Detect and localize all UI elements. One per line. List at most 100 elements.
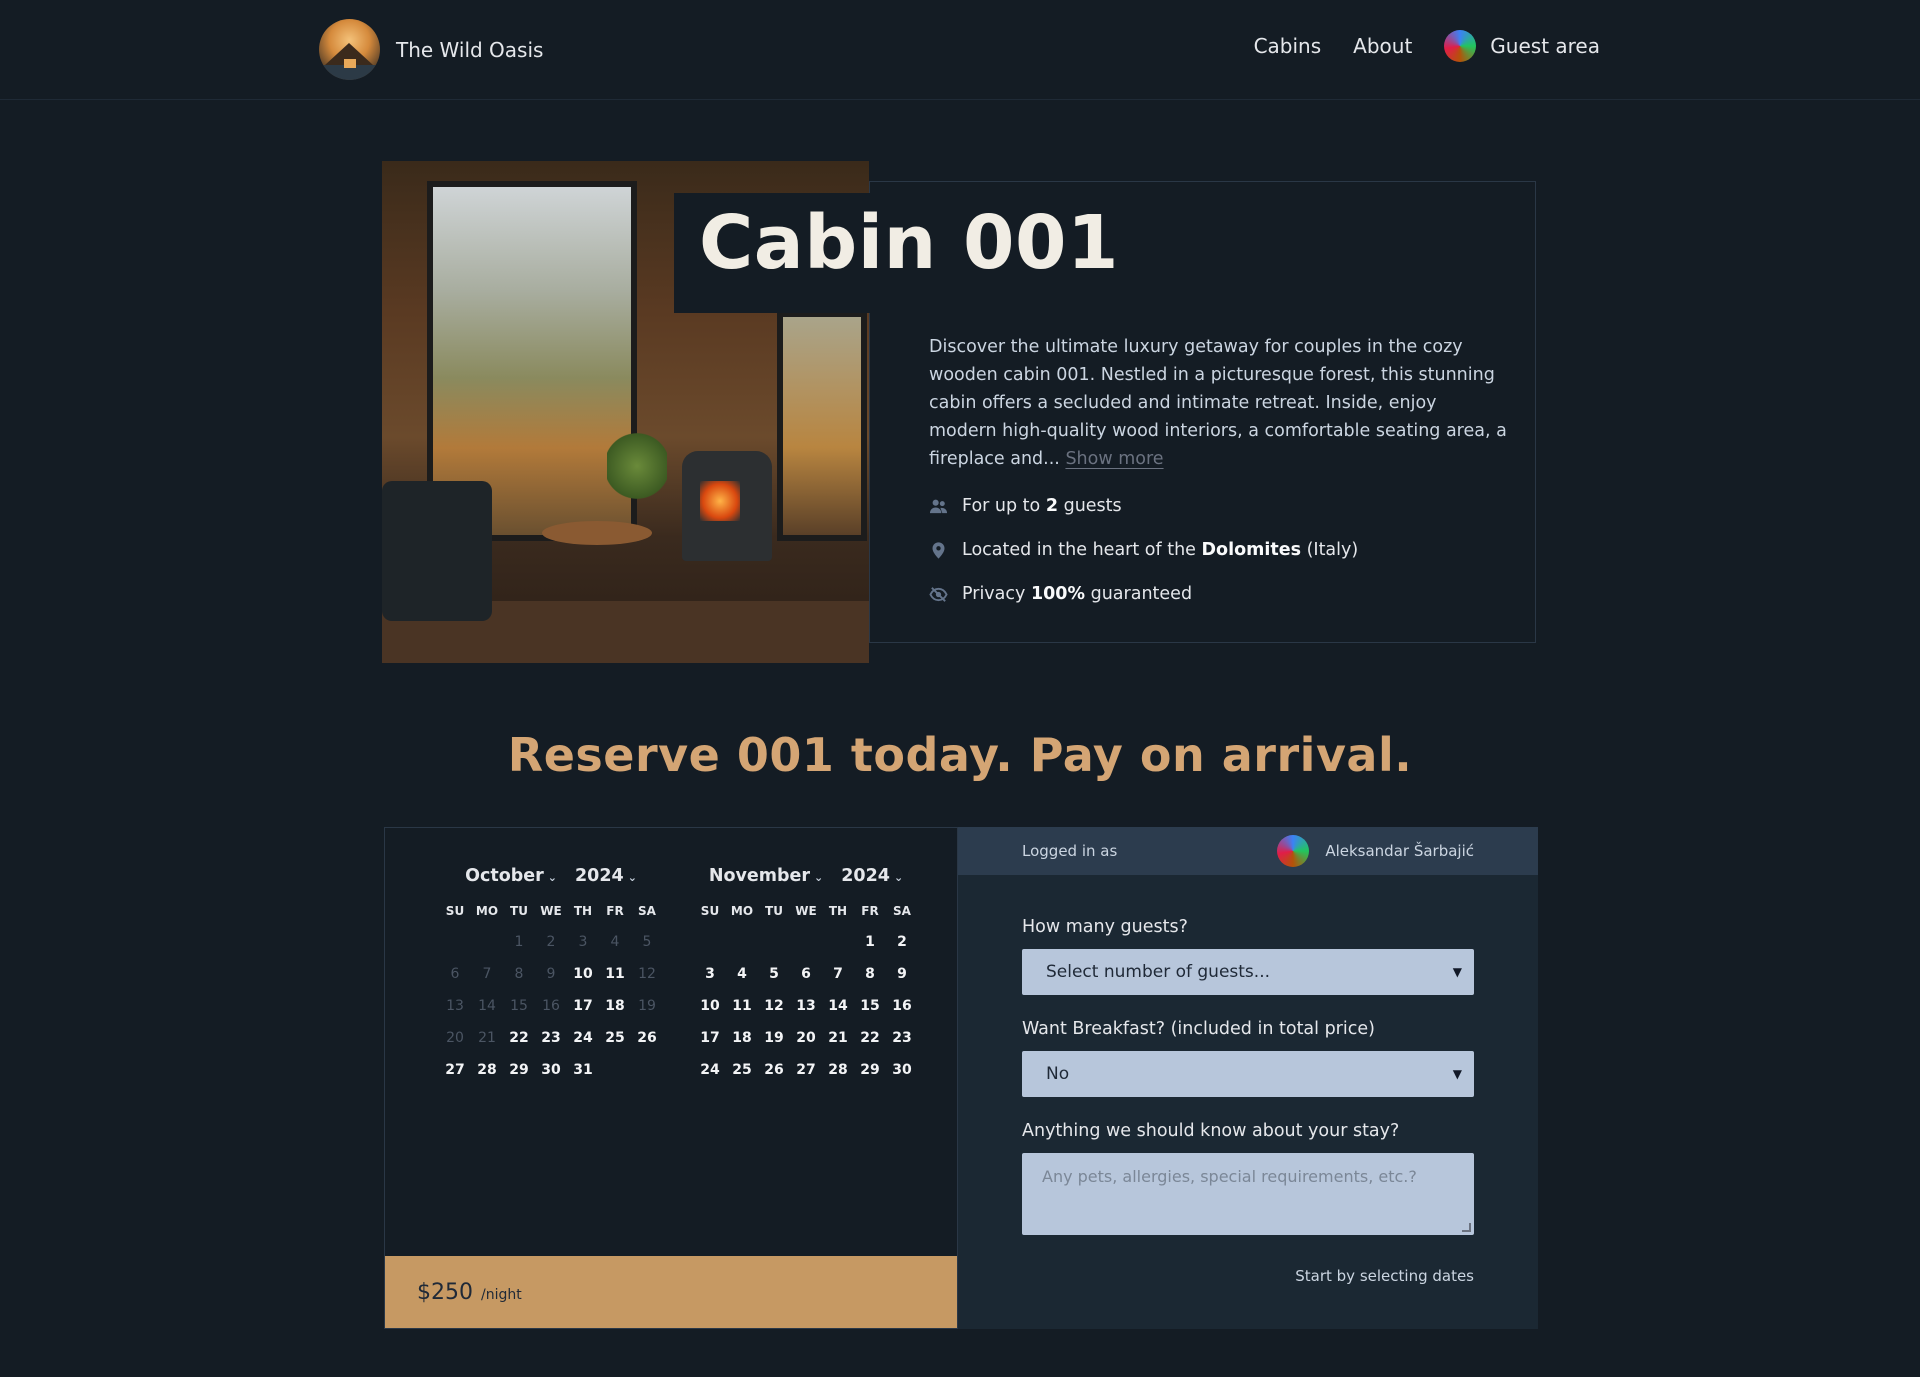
weekday-header: SU — [445, 904, 465, 918]
calendar-day[interactable]: 16 — [886, 990, 918, 1022]
calendar-day: 7 — [482, 966, 492, 982]
price-per-night: $250 — [417, 1279, 473, 1305]
calendar-day: 3 — [578, 934, 588, 950]
calendar-day[interactable]: 14 — [822, 990, 854, 1022]
calendar-day[interactable]: 18 — [599, 990, 631, 1022]
weekday-header: WE — [795, 904, 817, 918]
calendar-day[interactable]: 30 — [886, 1054, 918, 1086]
nav-about[interactable]: About — [1353, 34, 1412, 58]
weekday-header: TH — [573, 904, 593, 918]
calendar-day[interactable]: 17 — [694, 1022, 726, 1054]
feature-privacy-percent: 100% — [1030, 584, 1086, 604]
resize-handle-icon[interactable] — [1462, 1223, 1471, 1232]
user-name: Aleksandar Šarbajić — [1325, 842, 1474, 860]
calendar-day: 8 — [514, 966, 524, 982]
feature-privacy-text: Privacy — [962, 584, 1026, 604]
calendar-day[interactable]: 1 — [854, 926, 886, 958]
calendar-day[interactable]: 25 — [726, 1054, 758, 1086]
breakfast-select[interactable]: No ▼ — [1022, 1051, 1474, 1097]
calendar-day: 12 — [638, 966, 656, 982]
calendar-day[interactable]: 12 — [758, 990, 790, 1022]
breakfast-label: Want Breakfast? (included in total price… — [1022, 1019, 1375, 1039]
calendar-day[interactable]: 4 — [726, 958, 758, 990]
weekday-header: TU — [510, 904, 528, 918]
calendar-day[interactable]: 22 — [854, 1022, 886, 1054]
calendar-day[interactable]: 5 — [758, 958, 790, 990]
breakfast-select-value: No — [1046, 1064, 1070, 1084]
date-picker-panel: October ⌄ 2024 ⌄ SU MO TU WE TH FR SA 1 2 3 4 5 6 7 8 9 10… — [384, 827, 958, 1329]
feature-location-country: (Italy) — [1306, 540, 1359, 560]
cabin-features: For up to 2 guests Located in the heart … — [929, 484, 1358, 616]
calendar-day[interactable]: 24 — [567, 1022, 599, 1054]
main-nav: Cabins About Guest area — [1254, 30, 1600, 62]
feature-location-place: Dolomites — [1201, 540, 1301, 560]
weekday-header: MO — [475, 904, 499, 918]
calendar-day[interactable]: 6 — [790, 958, 822, 990]
calendar-day[interactable]: 3 — [694, 958, 726, 990]
month-select[interactable]: November ⌄ — [709, 866, 823, 886]
feature-guests-number: 2 — [1045, 496, 1059, 516]
nav-guest-area[interactable]: Guest area — [1444, 30, 1600, 62]
calendar-day[interactable]: 28 — [822, 1054, 854, 1086]
calendar-day[interactable]: 27 — [790, 1054, 822, 1086]
reservation-form-panel: Logged in as Aleksandar Šarbajić How man… — [958, 827, 1538, 1329]
calendar-day[interactable]: 10 — [694, 990, 726, 1022]
calendar-day[interactable]: 13 — [790, 990, 822, 1022]
year-select-label: 2024 — [574, 866, 624, 886]
calendar-day[interactable]: 17 — [567, 990, 599, 1022]
month-select-label: October — [465, 866, 544, 886]
month-select[interactable]: October ⌄ — [465, 866, 557, 886]
calendar-day[interactable]: 20 — [790, 1022, 822, 1054]
calendar-day[interactable]: 11 — [726, 990, 758, 1022]
nav-cabins[interactable]: Cabins — [1254, 34, 1322, 58]
guests-select-value: Select number of guests... — [1046, 962, 1271, 982]
guests-select[interactable]: Select number of guests... ▼ — [1022, 949, 1474, 995]
year-select[interactable]: 2024 ⌄ — [575, 866, 637, 886]
calendar-day[interactable]: 18 — [726, 1022, 758, 1054]
calendar-day[interactable]: 22 — [503, 1022, 535, 1054]
calendar-day[interactable]: 23 — [535, 1022, 567, 1054]
per-night-label: /night — [481, 1287, 522, 1303]
calendar-day[interactable]: 15 — [854, 990, 886, 1022]
calendar-day: 14 — [478, 998, 496, 1014]
calendar-day[interactable]: 31 — [567, 1054, 599, 1086]
user-avatar — [1277, 835, 1310, 867]
calendar-day[interactable]: 24 — [694, 1054, 726, 1086]
price-bar: $250 /night — [385, 1256, 957, 1328]
calendar-day[interactable]: 29 — [854, 1054, 886, 1086]
weekday-header: TH — [828, 904, 848, 918]
calendar-day[interactable]: 7 — [822, 958, 854, 990]
chevron-down-icon: ▼ — [1452, 1067, 1462, 1081]
calendar-day[interactable]: 30 — [535, 1054, 567, 1086]
calendar-day[interactable]: 26 — [631, 1022, 663, 1054]
weekday-header: FR — [606, 904, 624, 918]
calendar-day[interactable]: 28 — [471, 1054, 503, 1086]
calendar-day[interactable]: 25 — [599, 1022, 631, 1054]
calendar-grid: SU MO TU WE TH FR SA 1 2 3 4 5 6 7 8 9 10 11 12 13 14 15 16 17 1… — [694, 896, 918, 1086]
month-select-label: November — [708, 866, 811, 886]
calendar-day: 6 — [450, 966, 460, 982]
calendar-day[interactable]: 29 — [503, 1054, 535, 1086]
chevron-down-icon: ⌄ — [893, 871, 904, 884]
calendar-day[interactable]: 9 — [886, 958, 918, 990]
year-select[interactable]: 2024 ⌄ — [841, 866, 903, 886]
year-select-label: 2024 — [841, 866, 890, 886]
calendar-day: 9 — [546, 966, 556, 982]
calendar-day[interactable]: 26 — [758, 1054, 790, 1086]
calendar-day[interactable]: 19 — [758, 1022, 790, 1054]
calendar-day[interactable]: 10 — [567, 958, 599, 990]
weekday-header: SA — [638, 904, 656, 918]
notes-textarea[interactable]: Any pets, allergies, special requirement… — [1022, 1153, 1474, 1235]
calendar-day[interactable]: 27 — [439, 1054, 471, 1086]
cabin-description-text: Discover the ultimate luxury getaway for… — [929, 337, 1507, 469]
calendar-day[interactable]: 8 — [854, 958, 886, 990]
calendar-day[interactable]: 2 — [886, 926, 918, 958]
calendar-day[interactable]: 21 — [822, 1022, 854, 1054]
calendar-month-november: November ⌄ 2024 ⌄ SU MO TU WE TH FR SA 1 2 3 4 5 6 7 8 9 1… — [694, 866, 918, 1086]
calendar-day: 19 — [638, 998, 656, 1014]
calendar-day[interactable]: 23 — [886, 1022, 918, 1054]
logo-link[interactable]: The Wild Oasis — [319, 19, 543, 80]
show-more-button[interactable]: Show more — [1065, 449, 1163, 469]
weekday-header: SA — [893, 904, 911, 918]
calendar-day[interactable]: 11 — [599, 958, 631, 990]
